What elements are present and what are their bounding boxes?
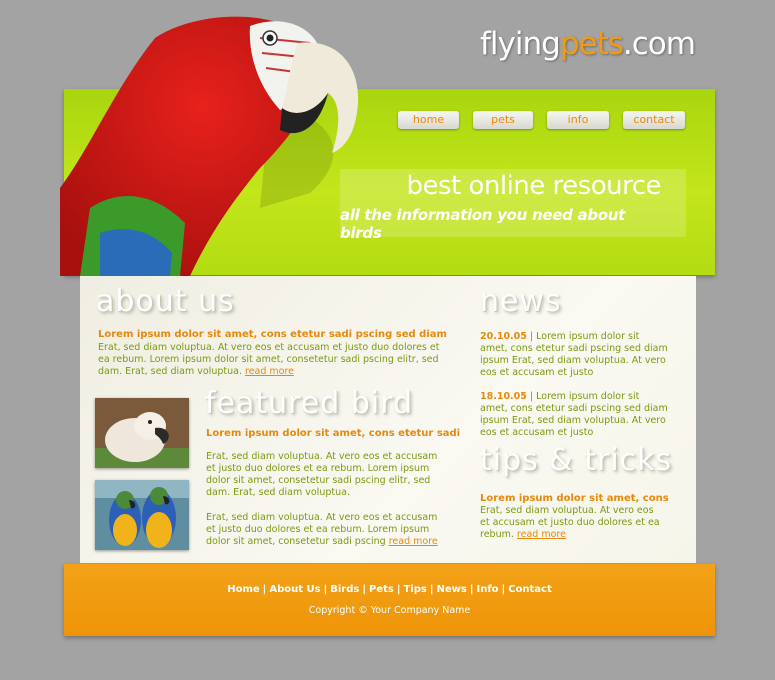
nav-pets-button[interactable]: pets bbox=[473, 111, 533, 129]
footer-link-contact[interactable]: Contact bbox=[508, 584, 552, 595]
news-item: 18.10.05 | Lorem ipsum dolor sit amet, c… bbox=[480, 391, 670, 439]
tagline-box: best online resource all the information… bbox=[340, 169, 686, 242]
news-date: 20.10.05 bbox=[480, 331, 527, 342]
featured-heading: featured bird bbox=[205, 386, 414, 421]
macaw-pair-photo bbox=[95, 480, 189, 550]
tips-text: Erat, sed diam voluptua. At vero eos et … bbox=[480, 505, 660, 540]
logo-part-com: .com bbox=[622, 26, 696, 62]
tagline-subline: all the information you need about birds bbox=[340, 206, 625, 242]
footer-link-birds[interactable]: Birds bbox=[330, 584, 359, 595]
tips-read-more-link[interactable]: read more bbox=[517, 529, 566, 540]
featured-paragraph-1: Erat, sed diam voluptua. At vero eos et … bbox=[206, 451, 438, 498]
footer-link-news[interactable]: News bbox=[436, 584, 466, 595]
about-text: Erat, sed diam voluptua. At vero eos et … bbox=[98, 342, 453, 378]
nav-home-button[interactable]: home bbox=[398, 111, 459, 129]
featured-paragraph-2-wrap: Erat, sed diam voluptua. At vero eos et … bbox=[206, 512, 438, 548]
main-nav: home pets info contact bbox=[398, 111, 685, 129]
logo-part-flying: flying bbox=[480, 26, 561, 62]
logo-part-pets: pets bbox=[559, 26, 624, 62]
about-read-more-link[interactable]: read more bbox=[245, 366, 294, 377]
footer-link-info[interactable]: Info bbox=[476, 584, 498, 595]
footer-link-about[interactable]: About Us bbox=[269, 584, 320, 595]
news-heading: news bbox=[480, 284, 562, 319]
nav-info-button[interactable]: info bbox=[547, 111, 609, 129]
tips-heading: tips & tricks bbox=[480, 443, 673, 478]
main-content: about us Lorem ipsum dolor sit amet, con… bbox=[80, 276, 696, 563]
parrot-illustration bbox=[60, 16, 359, 276]
footer-link-pets[interactable]: Pets bbox=[369, 584, 394, 595]
footer-nav: Home | About Us | Birds | Pets | Tips | News | Info |… bbox=[227, 584, 552, 595]
nav-contact-button[interactable]: contact bbox=[623, 111, 685, 129]
featured-read-more-link[interactable]: read more bbox=[389, 536, 438, 547]
cockatoo-photo bbox=[95, 398, 189, 468]
site-logo[interactable]: flyingpets.com bbox=[480, 26, 696, 62]
tagline-headline: best online resource bbox=[406, 171, 661, 201]
about-lead: Lorem ipsum dolor sit amet, cons etetur … bbox=[98, 329, 447, 340]
tips-lead: Lorem ipsum dolor sit amet, cons bbox=[480, 493, 669, 504]
footer-link-tips[interactable]: Tips bbox=[403, 584, 426, 595]
tips-text-wrap: Erat, sed diam voluptua. At vero eos et … bbox=[480, 505, 665, 541]
footer: Home | About Us | Birds | Pets | Tips | News | Info |… bbox=[64, 564, 715, 636]
about-heading: about us bbox=[96, 284, 235, 319]
featured-lead: Lorem ipsum dolor sit amet, cons etetur … bbox=[206, 428, 461, 439]
copyright-text: Copyright © Your Company Name bbox=[308, 605, 471, 616]
footer-link-home[interactable]: Home bbox=[227, 584, 259, 595]
news-item: 20.10.05 | Lorem ipsum dolor sit amet, c… bbox=[480, 331, 670, 379]
news-date: 18.10.05 bbox=[480, 391, 527, 402]
